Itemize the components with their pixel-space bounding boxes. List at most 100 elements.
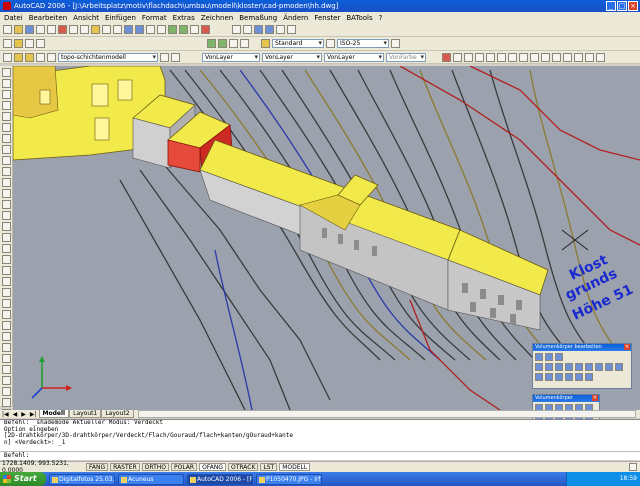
modify-fillet-icon[interactable] — [585, 52, 594, 62]
menu-item-zeichnen[interactable]: Zeichnen — [201, 14, 234, 22]
snap-nearest-icon[interactable] — [1, 398, 11, 407]
text-style-icon[interactable] — [261, 39, 270, 48]
tab-scroll-first-icon[interactable]: |◀ — [0, 411, 11, 418]
pan-icon[interactable] — [124, 25, 133, 34]
toggle-ortho[interactable]: ORTHO — [141, 463, 169, 471]
shading-gouraud-icon[interactable] — [218, 39, 227, 48]
color-dropdown[interactable]: VonLayer — [202, 52, 260, 62]
snap-quadrant-icon[interactable] — [1, 365, 11, 374]
help-icon[interactable] — [201, 25, 210, 34]
snap-midpoint-icon[interactable] — [1, 332, 11, 341]
toggle-otrack[interactable]: OTRACK — [227, 463, 259, 471]
modify-extend-icon[interactable] — [552, 52, 561, 62]
extrude-faces-icon[interactable] — [535, 363, 543, 371]
taskbar-item[interactable]: P1050470.JPG - IrfanVi... — [256, 473, 322, 485]
taper-faces-icon[interactable] — [585, 363, 593, 371]
tab-layout2[interactable]: Layout2 — [101, 410, 134, 418]
layer-on-icon[interactable] — [14, 52, 23, 62]
area-icon[interactable] — [1, 288, 11, 297]
minimize-button[interactable]: _ — [606, 1, 616, 11]
make-block-icon[interactable] — [1, 200, 11, 209]
new-icon[interactable] — [3, 25, 12, 34]
taskbar-item-active[interactable]: AutoCAD 2006 - [F:\p... — [187, 473, 253, 485]
layer-color-icon[interactable] — [47, 52, 56, 62]
autocad-app-icon[interactable] — [3, 2, 11, 10]
match-properties-icon[interactable] — [91, 25, 100, 34]
rotate-faces-icon[interactable] — [575, 363, 583, 371]
taskbar-item[interactable]: Acuneus — [118, 473, 184, 485]
modify-trim-icon[interactable] — [541, 52, 550, 62]
menu-item--[interactable]: ? — [379, 14, 383, 22]
polygon-icon[interactable] — [1, 101, 11, 110]
view-iso-icon[interactable] — [254, 25, 263, 34]
taskbar-item[interactable]: Digitalfotos 25.03.2006 — [49, 473, 115, 485]
save-icon[interactable] — [25, 25, 34, 34]
modify-copy-icon[interactable] — [453, 52, 462, 62]
tool-palettes-icon[interactable] — [190, 25, 199, 34]
circle-icon[interactable] — [1, 134, 11, 143]
insert-block-icon[interactable] — [1, 189, 11, 198]
horizontal-scrollbar[interactable] — [137, 410, 636, 418]
palette-title-bar[interactable]: Volumenkörper bearbeiten × — [533, 344, 631, 351]
undo-icon[interactable] — [102, 25, 111, 34]
hidden-icon[interactable] — [229, 39, 238, 48]
modify-array-icon[interactable] — [486, 52, 495, 62]
print-icon[interactable] — [36, 25, 45, 34]
communication-center-icon[interactable] — [629, 463, 637, 471]
zoom-realtime-icon[interactable] — [135, 25, 144, 34]
view-iso2-icon[interactable] — [265, 25, 274, 34]
layer-manager-icon[interactable] — [3, 39, 12, 48]
menu-item-einfügen[interactable]: Einfügen — [105, 14, 136, 22]
snap-center-icon[interactable] — [1, 354, 11, 363]
plotstyle-dropdown[interactable]: VonFarbe — [386, 52, 426, 62]
tab-scroll-prev-icon[interactable]: ◀ — [11, 411, 20, 418]
linetype-dropdown[interactable]: VonLayer — [262, 52, 322, 62]
copy-faces-icon[interactable] — [595, 363, 603, 371]
lock-icon[interactable] — [36, 39, 45, 48]
menu-item-fenster[interactable]: Fenster — [314, 14, 340, 22]
table-style-icon[interactable] — [391, 39, 400, 48]
id-point-icon[interactable] — [1, 310, 11, 319]
arc-icon[interactable] — [1, 123, 11, 132]
palette-close-icon[interactable]: × — [592, 395, 598, 401]
revcloud-icon[interactable] — [1, 145, 11, 154]
list-icon[interactable] — [1, 299, 11, 308]
imprint-icon[interactable] — [545, 373, 553, 381]
properties-icon[interactable] — [168, 25, 177, 34]
toggle-polar[interactable]: POLAR — [170, 463, 198, 471]
point-icon[interactable] — [1, 211, 11, 220]
sun-icon[interactable] — [25, 39, 34, 48]
snap-intersection-icon[interactable] — [1, 343, 11, 352]
zoom-window-icon[interactable] — [146, 25, 155, 34]
rectangle-icon[interactable] — [1, 112, 11, 121]
gradient-icon[interactable] — [1, 233, 11, 242]
solids-editing-palette[interactable]: Volumenkörper bearbeiten × — [532, 343, 632, 389]
dim-style-dropdown[interactable]: ISO-25 — [337, 39, 389, 48]
ellipse-icon[interactable] — [1, 167, 11, 176]
start-button[interactable]: Start — [0, 472, 46, 486]
color-edges-icon[interactable] — [535, 373, 543, 381]
copy-icon[interactable] — [69, 25, 78, 34]
clock[interactable]: 18:59 — [620, 475, 637, 482]
offset-faces-icon[interactable] — [555, 363, 563, 371]
toggle-lineweight[interactable]: LST — [260, 463, 278, 471]
view-front-icon[interactable] — [232, 25, 241, 34]
shading-flat-icon[interactable] — [207, 39, 216, 48]
text-style-dropdown[interactable]: Standard — [272, 39, 324, 48]
design-center-icon[interactable] — [179, 25, 188, 34]
command-input[interactable]: Befehl: — [0, 451, 640, 460]
separate-icon[interactable] — [565, 373, 573, 381]
tab-model[interactable]: Modell — [38, 410, 70, 418]
distance-icon[interactable] — [1, 277, 11, 286]
menu-item-ansicht[interactable]: Ansicht — [73, 14, 99, 22]
ellipse-arc-icon[interactable] — [1, 178, 11, 187]
menu-item-batools[interactable]: BATools — [346, 14, 372, 22]
intersect-icon[interactable] — [555, 353, 563, 361]
dim-style-icon[interactable] — [326, 39, 335, 48]
wireframe-icon[interactable] — [240, 39, 249, 48]
layer-dropdown[interactable]: topo-schichtenmodell — [58, 52, 158, 62]
modify-rotate-icon[interactable] — [508, 52, 517, 62]
modify-scale-icon[interactable] — [519, 52, 528, 62]
toggle-model[interactable]: MODELL — [279, 463, 311, 471]
modify-mirror-icon[interactable] — [464, 52, 473, 62]
